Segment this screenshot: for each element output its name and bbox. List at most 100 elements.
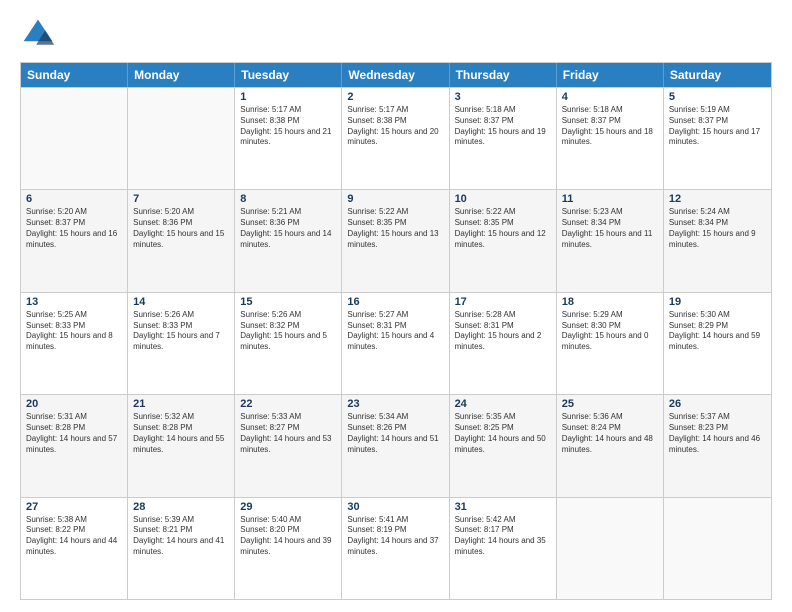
calendar-cell-r0-c4: 3 Sunrise: 5:18 AM Sunset: 8:37 PM Daylig… [450,88,557,189]
day-number: 10 [455,193,551,205]
cell-info: Sunrise: 5:25 AM Sunset: 8:33 PM Dayligh… [26,310,122,353]
calendar-cell-r1-c2: 8Sunrise: 5:21 AM Sunset: 8:36 PM Daylig… [235,190,342,291]
day-number: 18 [562,296,658,308]
calendar-cell-r3-c1: 21 Sunrise: 5:32 AM Sunset: 8:28 PM Dayli… [128,395,235,496]
day-number: 3 [455,91,551,103]
calendar-cell-r4-c5 [557,498,664,599]
logo-icon [20,16,56,52]
cell-info: Sunrise: 5:40 AM Sunset: 8:20 PM Dayligh… [240,515,336,558]
day-number: 23 [347,398,443,410]
calendar-row-3: 20 Sunrise: 5:31 AM Sunset: 8:28 PM Dayli… [21,394,771,496]
day-number: 16 [347,296,443,308]
cell-info: Sunrise: 5:30 AM Sunset: 8:29 PM Dayligh… [669,310,766,353]
day-number: 28 [133,501,229,513]
cell-info: Sunrise: 5:32 AM Sunset: 8:28 PM Dayligh… [133,412,229,455]
day-number: 11 [562,193,658,205]
cell-info: Sunrise: 5:23 AM Sunset: 8:34 PM Dayligh… [562,207,658,250]
calendar-body: 1 Sunrise: 5:17 AM Sunset: 8:38 PM Daylig… [21,87,771,599]
calendar-cell-r2-c3: 16 Sunrise: 5:27 AM Sunset: 8:31 PM Dayli… [342,293,449,394]
day-number: 19 [669,296,766,308]
cell-info: Sunrise: 5:28 AM Sunset: 8:31 PM Dayligh… [455,310,551,353]
cell-info: Sunrise: 5:20 AM Sunset: 8:37 PM Dayligh… [26,207,122,250]
day-number: 8 [240,193,336,205]
header-day-saturday: Saturday [664,63,771,87]
calendar-row-4: 27Sunrise: 5:38 AM Sunset: 8:22 PM Dayli… [21,497,771,599]
cell-info: Sunrise: 5:33 AM Sunset: 8:27 PM Dayligh… [240,412,336,455]
day-number: 22 [240,398,336,410]
cell-info: Sunrise: 5:18 AM Sunset: 8:37 PM Dayligh… [562,105,658,148]
day-number: 6 [26,193,122,205]
calendar-cell-r1-c5: 11 Sunrise: 5:23 AM Sunset: 8:34 PM Dayli… [557,190,664,291]
header-day-sunday: Sunday [21,63,128,87]
calendar-cell-r2-c1: 14Sunrise: 5:26 AM Sunset: 8:33 PM Dayli… [128,293,235,394]
day-number: 21 [133,398,229,410]
day-number: 15 [240,296,336,308]
day-number: 25 [562,398,658,410]
cell-info: Sunrise: 5:26 AM Sunset: 8:32 PM Dayligh… [240,310,336,353]
calendar-cell-r3-c0: 20 Sunrise: 5:31 AM Sunset: 8:28 PM Dayli… [21,395,128,496]
calendar-cell-r2-c0: 13 Sunrise: 5:25 AM Sunset: 8:33 PM Dayli… [21,293,128,394]
cell-info: Sunrise: 5:29 AM Sunset: 8:30 PM Dayligh… [562,310,658,353]
calendar-row-1: 6 Sunrise: 5:20 AM Sunset: 8:37 PM Daylig… [21,189,771,291]
calendar-cell-r0-c2: 1 Sunrise: 5:17 AM Sunset: 8:38 PM Daylig… [235,88,342,189]
cell-info: Sunrise: 5:17 AM Sunset: 8:38 PM Dayligh… [347,105,443,148]
cell-info: Sunrise: 5:37 AM Sunset: 8:23 PM Dayligh… [669,412,766,455]
header-day-monday: Monday [128,63,235,87]
calendar-cell-r1-c1: 7 Sunrise: 5:20 AM Sunset: 8:36 PM Daylig… [128,190,235,291]
calendar-cell-r3-c5: 25 Sunrise: 5:36 AM Sunset: 8:24 PM Dayli… [557,395,664,496]
calendar-row-2: 13 Sunrise: 5:25 AM Sunset: 8:33 PM Dayli… [21,292,771,394]
cell-info: Sunrise: 5:31 AM Sunset: 8:28 PM Dayligh… [26,412,122,455]
cell-info: Sunrise: 5:27 AM Sunset: 8:31 PM Dayligh… [347,310,443,353]
calendar-cell-r1-c0: 6 Sunrise: 5:20 AM Sunset: 8:37 PM Daylig… [21,190,128,291]
calendar-cell-r0-c0 [21,88,128,189]
day-number: 9 [347,193,443,205]
calendar-cell-r2-c6: 19 Sunrise: 5:30 AM Sunset: 8:29 PM Dayli… [664,293,771,394]
header-day-friday: Friday [557,63,664,87]
cell-info: Sunrise: 5:34 AM Sunset: 8:26 PM Dayligh… [347,412,443,455]
day-number: 13 [26,296,122,308]
day-number: 26 [669,398,766,410]
header [20,16,772,52]
calendar-cell-r3-c6: 26 Sunrise: 5:37 AM Sunset: 8:23 PM Dayli… [664,395,771,496]
cell-info: Sunrise: 5:20 AM Sunset: 8:36 PM Dayligh… [133,207,229,250]
cell-info: Sunrise: 5:36 AM Sunset: 8:24 PM Dayligh… [562,412,658,455]
day-number: 17 [455,296,551,308]
calendar-cell-r2-c4: 17 Sunrise: 5:28 AM Sunset: 8:31 PM Dayli… [450,293,557,394]
calendar-cell-r1-c3: 9 Sunrise: 5:22 AM Sunset: 8:35 PM Daylig… [342,190,449,291]
calendar-cell-r3-c4: 24 Sunrise: 5:35 AM Sunset: 8:25 PM Dayli… [450,395,557,496]
cell-info: Sunrise: 5:35 AM Sunset: 8:25 PM Dayligh… [455,412,551,455]
cell-info: Sunrise: 5:42 AM Sunset: 8:17 PM Dayligh… [455,515,551,558]
calendar-cell-r4-c1: 28Sunrise: 5:39 AM Sunset: 8:21 PM Dayli… [128,498,235,599]
calendar-cell-r4-c4: 31 Sunrise: 5:42 AM Sunset: 8:17 PM Dayli… [450,498,557,599]
calendar-cell-r2-c2: 15 Sunrise: 5:26 AM Sunset: 8:32 PM Dayli… [235,293,342,394]
header-day-tuesday: Tuesday [235,63,342,87]
day-number: 20 [26,398,122,410]
day-number: 4 [562,91,658,103]
cell-info: Sunrise: 5:18 AM Sunset: 8:37 PM Dayligh… [455,105,551,148]
day-number: 31 [455,501,551,513]
header-day-thursday: Thursday [450,63,557,87]
logo [20,16,60,52]
calendar-cell-r4-c0: 27Sunrise: 5:38 AM Sunset: 8:22 PM Dayli… [21,498,128,599]
day-number: 14 [133,296,229,308]
day-number: 29 [240,501,336,513]
cell-info: Sunrise: 5:19 AM Sunset: 8:37 PM Dayligh… [669,105,766,148]
calendar-cell-r4-c2: 29 Sunrise: 5:40 AM Sunset: 8:20 PM Dayli… [235,498,342,599]
calendar-cell-r3-c3: 23 Sunrise: 5:34 AM Sunset: 8:26 PM Dayli… [342,395,449,496]
day-number: 24 [455,398,551,410]
calendar-cell-r0-c6: 5 Sunrise: 5:19 AM Sunset: 8:37 PM Daylig… [664,88,771,189]
calendar-cell-r4-c3: 30Sunrise: 5:41 AM Sunset: 8:19 PM Dayli… [342,498,449,599]
page: SundayMondayTuesdayWednesdayThursdayFrid… [0,0,792,612]
cell-info: Sunrise: 5:38 AM Sunset: 8:22 PM Dayligh… [26,515,122,558]
cell-info: Sunrise: 5:24 AM Sunset: 8:34 PM Dayligh… [669,207,766,250]
header-day-wednesday: Wednesday [342,63,449,87]
calendar-cell-r2-c5: 18 Sunrise: 5:29 AM Sunset: 8:30 PM Dayli… [557,293,664,394]
cell-info: Sunrise: 5:22 AM Sunset: 8:35 PM Dayligh… [455,207,551,250]
cell-info: Sunrise: 5:22 AM Sunset: 8:35 PM Dayligh… [347,207,443,250]
cell-info: Sunrise: 5:17 AM Sunset: 8:38 PM Dayligh… [240,105,336,148]
day-number: 7 [133,193,229,205]
day-number: 1 [240,91,336,103]
cell-info: Sunrise: 5:41 AM Sunset: 8:19 PM Dayligh… [347,515,443,558]
calendar-cell-r0-c3: 2Sunrise: 5:17 AM Sunset: 8:38 PM Daylig… [342,88,449,189]
day-number: 5 [669,91,766,103]
